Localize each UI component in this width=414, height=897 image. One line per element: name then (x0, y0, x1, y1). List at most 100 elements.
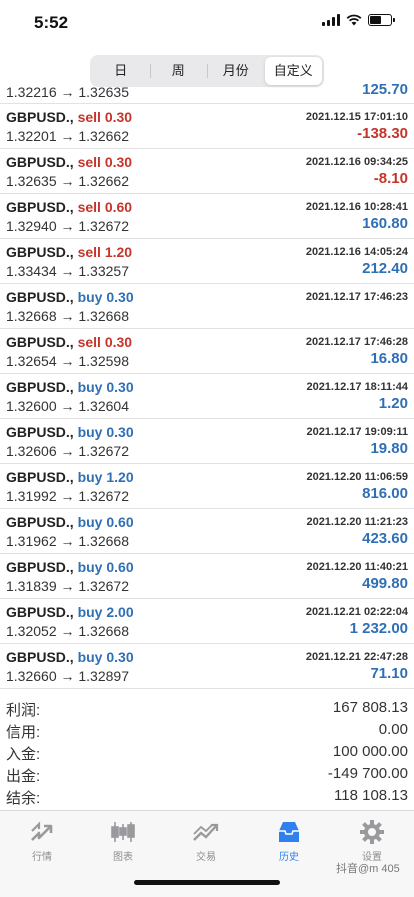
trade-time: 2021.12.20 11:06:59 (306, 471, 408, 483)
trade-profit: 1 232.00 (349, 620, 408, 637)
tab-settings[interactable]: 设置 (337, 819, 407, 863)
trade-profit: 212.40 (362, 260, 408, 277)
trade-side: buy (77, 289, 103, 305)
summary-value: 100 000.00 (332, 743, 408, 760)
period-segment[interactable]: 月份 (207, 57, 265, 85)
period-segment[interactable]: 周 (149, 57, 208, 85)
trade-row[interactable]: GBPUSD., sell 0.30 2021.12.17 17:46:28 1.3… (0, 329, 414, 374)
trade-price: 1.32660 → 1.32897 (6, 668, 129, 684)
cellular-signal-icon (322, 14, 340, 26)
trade-profit: -138.30 (357, 125, 408, 142)
tab-label: 行情 (32, 852, 52, 863)
trade-price: 1.31839 → 1.32672 (6, 578, 129, 594)
trade-time: 2021.12.21 02:22:04 (305, 606, 408, 618)
trade-lot: 0.30 (104, 154, 133, 170)
trade-time: 2021.12.15 17:01:10 (305, 111, 408, 123)
trade-title: GBPUSD., buy 2.00 (6, 604, 134, 620)
watermark: 抖音@m 405 (336, 863, 400, 875)
trade-title: GBPUSD., buy 0.60 (6, 514, 134, 530)
trade-row[interactable]: GBPUSD., buy 0.30 2021.12.17 18:11:44 1.32… (0, 374, 414, 419)
trade-symbol: GBPUSD., (6, 289, 74, 305)
gear-icon (337, 819, 407, 845)
tab-history[interactable]: 历史 (254, 819, 324, 863)
trade-side: buy (77, 559, 103, 575)
trade-symbol: GBPUSD., (6, 649, 74, 665)
trade-symbol: GBPUSD., (6, 244, 74, 260)
trade-row[interactable]: GBPUSD., buy 0.30 2021.12.17 17:46:23 1.32… (0, 284, 414, 329)
tab-label: 历史 (279, 852, 299, 863)
period-segment[interactable]: 日 (92, 57, 150, 85)
trade-title: GBPUSD., buy 0.30 (6, 649, 134, 665)
trade-lot: 1.20 (106, 469, 134, 485)
trade-side: sell (77, 244, 101, 260)
trade-time: 2021.12.16 14:05:24 (305, 246, 408, 258)
trade-row[interactable]: GBPUSD., sell 0.60 2021.12.16 10:28:41 1.3… (0, 194, 414, 239)
trade-lot: 0.30 (106, 379, 134, 395)
trade-side: buy (77, 424, 103, 440)
trade-title: GBPUSD., sell 1.20 (6, 244, 132, 260)
chart-icon (88, 819, 158, 845)
trade-price: 1.31962 → 1.32668 (6, 533, 129, 549)
quotes-icon (7, 819, 77, 845)
summary-label: 利润: (6, 702, 41, 719)
trade-side: buy (77, 379, 103, 395)
summary-label: 结余: (6, 790, 41, 807)
trade-history-list[interactable]: 1.32216 → 1.32635 125.70 GBPUSD., sell 0.3… (0, 82, 414, 694)
tab-trade[interactable]: 交易 (171, 819, 241, 863)
trade-side: sell (77, 199, 101, 215)
trade-price: 1.32600 → 1.32604 (6, 398, 129, 414)
status-icons (322, 14, 395, 26)
summary-value: 0.00 (378, 721, 408, 738)
trade-lot: 0.30 (106, 424, 134, 440)
trade-lot: 2.00 (106, 604, 134, 620)
home-indicator[interactable] (134, 880, 280, 885)
trade-time: 2021.12.17 17:46:28 (305, 336, 408, 348)
summary-value: -149 700.00 (327, 765, 408, 782)
trade-price: 1.32654 → 1.32598 (6, 353, 129, 369)
trade-title: GBPUSD., buy 0.30 (6, 289, 134, 305)
trade-symbol: GBPUSD., (6, 109, 74, 125)
trade-row[interactable]: GBPUSD., buy 2.00 2021.12.21 02:22:04 1.32… (0, 599, 414, 644)
summary-row: 结余: 118 108.13 (0, 785, 414, 807)
trade-title: GBPUSD., sell 0.30 (6, 154, 132, 170)
tab-label: 交易 (196, 852, 216, 863)
trade-row[interactable]: GBPUSD., buy 0.30 2021.12.17 19:09:11 1.32… (0, 419, 414, 464)
trade-profit: 16.80 (370, 350, 408, 367)
trade-row[interactable]: GBPUSD., sell 0.30 2021.12.15 17:01:10 1.3… (0, 104, 414, 149)
summary-value: 167 808.13 (332, 699, 408, 716)
summary-label: 出金: (6, 768, 41, 785)
trade-profit: 1.20 (378, 395, 408, 412)
summary-row: 出金: -149 700.00 (0, 763, 414, 785)
trade-symbol: GBPUSD., (6, 199, 74, 215)
trade-time: 2021.12.21 22:47:28 (305, 651, 408, 663)
trade-row[interactable]: GBPUSD., buy 1.20 2021.12.20 11:06:59 1.31… (0, 464, 414, 509)
trade-title: GBPUSD., sell 0.60 (6, 199, 132, 215)
trade-row[interactable]: GBPUSD., sell 1.20 2021.12.16 14:05:24 1.3… (0, 239, 414, 284)
period-segment[interactable]: 自定义 (264, 57, 322, 85)
trade-price: 1.32940 → 1.32672 (6, 218, 129, 234)
status-bar: 5:52 (0, 0, 414, 50)
trade-time: 2021.12.20 11:40:21 (306, 561, 408, 573)
trade-title: GBPUSD., sell 0.30 (6, 109, 132, 125)
trade-row[interactable]: GBPUSD., sell 0.30 2021.12.16 09:34:25 1.3… (0, 149, 414, 194)
trade-profit: 816.00 (362, 485, 408, 502)
tab-quotes[interactable]: 行情 (7, 819, 77, 863)
trade-title: GBPUSD., buy 0.30 (6, 424, 134, 440)
trade-symbol: GBPUSD., (6, 559, 74, 575)
trade-time: 2021.12.20 11:21:23 (306, 516, 408, 528)
trade-row[interactable]: GBPUSD., buy 0.30 2021.12.21 22:47:28 1.32… (0, 644, 414, 689)
trade-row[interactable]: 1.32216 → 1.32635 125.70 (0, 82, 414, 104)
tab-label: 图表 (113, 852, 133, 863)
trade-profit: 71.10 (370, 665, 408, 682)
trade-price: 1.32668 → 1.32668 (6, 308, 129, 324)
trade-price: 1.33434 → 1.33257 (6, 263, 129, 279)
trade-symbol: GBPUSD., (6, 334, 74, 350)
trade-price: 1.31992 → 1.32672 (6, 488, 129, 504)
trade-row[interactable]: GBPUSD., buy 0.60 2021.12.20 11:21:23 1.31… (0, 509, 414, 554)
trade-title: GBPUSD., buy 0.60 (6, 559, 134, 575)
tab-chart[interactable]: 图表 (88, 819, 158, 863)
trade-row[interactable]: GBPUSD., buy 0.60 2021.12.20 11:40:21 1.31… (0, 554, 414, 599)
trade-time: 2021.12.17 18:11:44 (306, 381, 408, 393)
trade-profit: -8.10 (373, 170, 408, 187)
trade-time: 2021.12.16 10:28:41 (305, 201, 408, 213)
